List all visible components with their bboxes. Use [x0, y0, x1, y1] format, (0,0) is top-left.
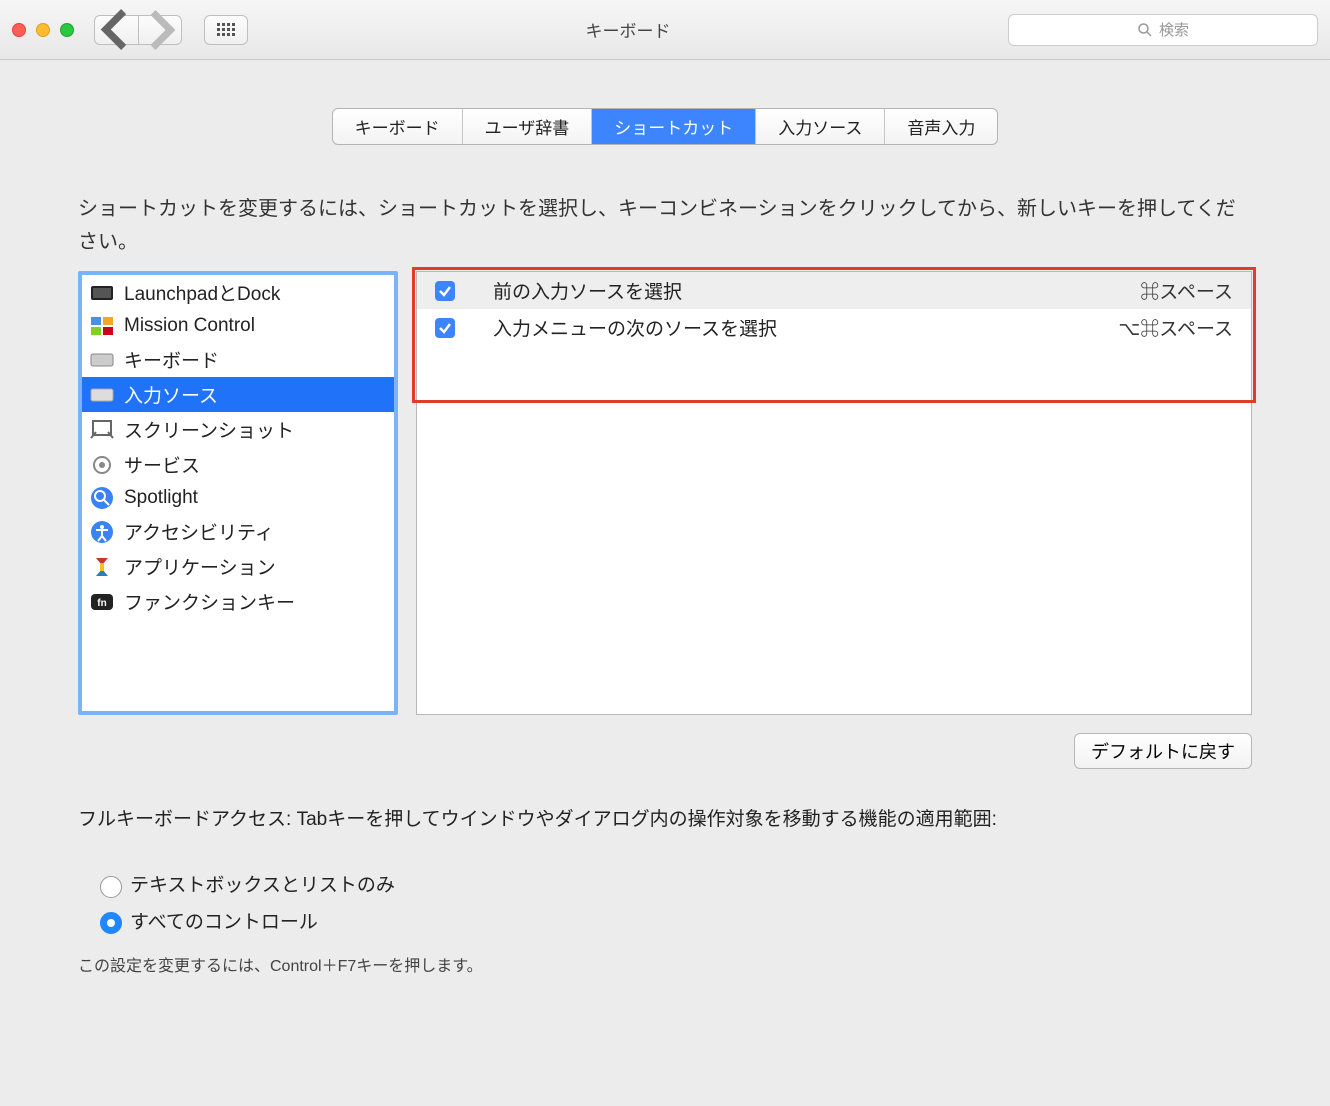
- back-button[interactable]: [94, 15, 138, 45]
- radio-button[interactable]: [100, 876, 122, 898]
- screenshot-icon: [90, 418, 114, 442]
- tab-shortcuts[interactable]: ショートカット: [592, 109, 756, 144]
- nav-buttons: [94, 15, 182, 45]
- keyboard-icon: [90, 348, 114, 372]
- full-keyboard-access-label: フルキーボードアクセス: Tabキーを押してウインドウやダイアログ内の操作対象を…: [78, 805, 1252, 835]
- category-keyboard[interactable]: キーボード: [82, 342, 394, 377]
- shortcut-checkbox[interactable]: [435, 281, 455, 301]
- category-list[interactable]: LaunchpadとDock Mission Control キーボード 入力ソ…: [78, 271, 398, 715]
- tab-input-sources[interactable]: 入力ソース: [756, 109, 885, 144]
- launchpad-icon: [90, 281, 114, 305]
- tab-text[interactable]: ユーザ辞書: [463, 109, 593, 144]
- defaults-row: デフォルトに戻す: [0, 733, 1252, 769]
- category-label: アプリケーション: [124, 553, 276, 580]
- category-mission-control[interactable]: Mission Control: [82, 310, 394, 342]
- category-function-keys[interactable]: fn ファンクションキー: [82, 584, 394, 619]
- category-screenshots[interactable]: スクリーンショット: [82, 412, 394, 447]
- shortcut-checkbox[interactable]: [435, 318, 455, 338]
- chevron-right-icon: [139, 9, 181, 51]
- category-label: ファンクションキー: [124, 588, 295, 615]
- shortcut-row-next-source[interactable]: 入力メニューの次のソースを選択 ⌥⌘スペース: [417, 309, 1251, 346]
- shortcut-key[interactable]: ⌘スペース: [1140, 277, 1233, 304]
- zoom-window-button[interactable]: [60, 23, 74, 37]
- mission-control-icon: [90, 314, 114, 338]
- category-label: 入力ソース: [124, 381, 218, 408]
- category-label: キーボード: [124, 346, 219, 373]
- accessibility-icon: [90, 520, 114, 544]
- shortcut-label: 入力メニューの次のソースを選択: [493, 314, 1118, 341]
- radio-all-controls[interactable]: すべてのコントロール: [100, 908, 1252, 938]
- svg-text:fn: fn: [97, 598, 106, 609]
- category-label: LaunchpadとDock: [124, 279, 280, 306]
- category-label: Mission Control: [124, 315, 255, 337]
- forward-button[interactable]: [138, 15, 182, 45]
- radio-label: すべてのコントロール: [130, 908, 318, 938]
- category-label: Spotlight: [124, 487, 198, 509]
- spotlight-icon: [90, 486, 114, 510]
- fn-icon: fn: [90, 590, 114, 614]
- shortcut-row-prev-source[interactable]: 前の入力ソースを選択 ⌘スペース: [417, 272, 1251, 309]
- category-label: サービス: [124, 451, 200, 478]
- tab-dictation[interactable]: 音声入力: [885, 109, 997, 144]
- keyboard-icon: [90, 383, 114, 407]
- category-input-sources[interactable]: 入力ソース: [82, 377, 394, 412]
- window-title: キーボード: [258, 17, 998, 42]
- shortcut-list[interactable]: 前の入力ソースを選択 ⌘スペース 入力メニューの次のソースを選択 ⌥⌘スペース: [416, 271, 1252, 715]
- category-spotlight[interactable]: Spotlight: [82, 482, 394, 514]
- category-launchpad-dock[interactable]: LaunchpadとDock: [82, 275, 394, 310]
- search-icon: [1137, 22, 1153, 38]
- category-services[interactable]: サービス: [82, 447, 394, 482]
- traffic-lights: [12, 23, 74, 37]
- shortcut-key[interactable]: ⌥⌘スペース: [1118, 314, 1233, 341]
- tab-keyboard[interactable]: キーボード: [333, 109, 463, 144]
- full-keyboard-access-radio-group: テキストボックスとリストのみ すべてのコントロール: [100, 871, 1252, 938]
- panels: LaunchpadとDock Mission Control キーボード 入力ソ…: [78, 271, 1252, 715]
- gear-icon: [90, 453, 114, 477]
- tabs-container: キーボード ユーザ辞書 ショートカット 入力ソース 音声入力: [0, 108, 1330, 145]
- restore-defaults-button[interactable]: デフォルトに戻す: [1074, 733, 1252, 769]
- minimize-window-button[interactable]: [36, 23, 50, 37]
- radio-label: テキストボックスとリストのみ: [130, 871, 395, 901]
- instruction-text: ショートカットを変更するには、ショートカットを選択し、キーコンビネーションをクリ…: [78, 193, 1252, 259]
- check-icon: [438, 284, 452, 298]
- tab-bar: キーボード ユーザ辞書 ショートカット 入力ソース 音声入力: [332, 108, 999, 145]
- shortcut-label: 前の入力ソースを選択: [493, 277, 1140, 304]
- close-window-button[interactable]: [12, 23, 26, 37]
- chevron-left-icon: [95, 8, 138, 51]
- category-label: スクリーンショット: [124, 416, 294, 443]
- radio-text-boxes-only[interactable]: テキストボックスとリストのみ: [100, 871, 1252, 901]
- check-icon: [438, 321, 452, 335]
- window-toolbar: キーボード 検索: [0, 0, 1330, 60]
- grid-icon: [217, 23, 235, 36]
- category-accessibility[interactable]: アクセシビリティ: [82, 514, 394, 549]
- radio-button[interactable]: [100, 912, 122, 934]
- full-keyboard-access-hint: この設定を変更するには、Control＋F7キーを押します。: [78, 952, 1252, 976]
- search-placeholder: 検索: [1159, 19, 1189, 40]
- category-app-shortcuts[interactable]: アプリケーション: [82, 549, 394, 584]
- search-field[interactable]: 検索: [1008, 14, 1318, 46]
- show-all-button[interactable]: [204, 15, 248, 45]
- category-label: アクセシビリティ: [124, 518, 274, 545]
- app-shortcuts-icon: [90, 555, 114, 579]
